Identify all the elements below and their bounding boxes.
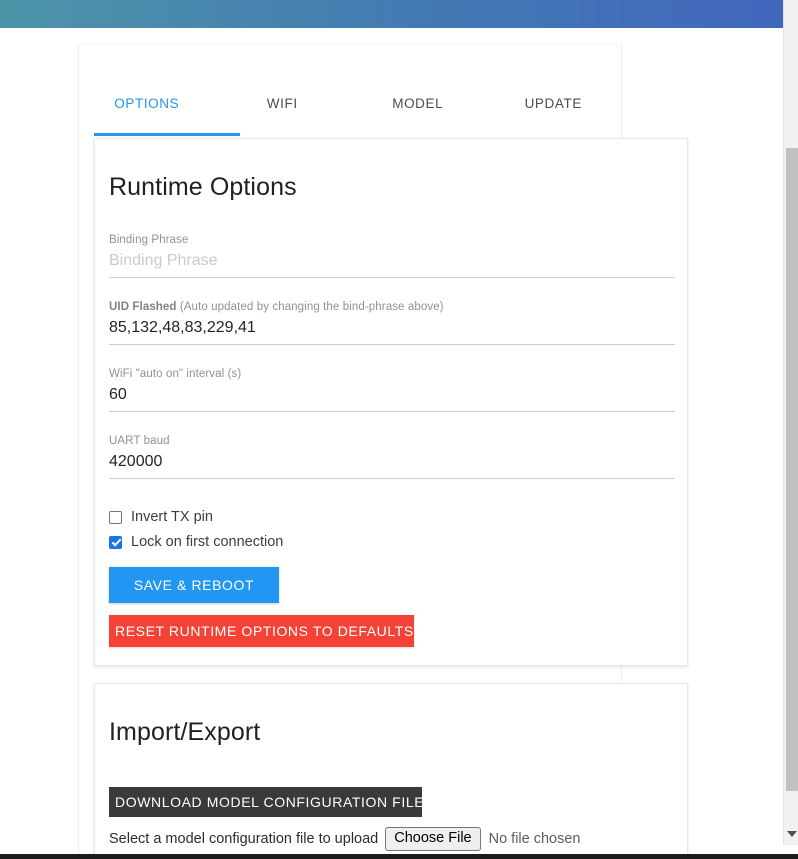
tab-wifi[interactable]: WIFI: [215, 73, 351, 135]
upload-instruction-label: Select a model configuration file to upl…: [109, 830, 379, 847]
lock-on-first-connection-checkbox-row[interactable]: Lock on first connection: [109, 534, 283, 550]
scrollbar-thumb[interactable]: [786, 148, 798, 791]
uid-flashed-label: UID Flashed (Auto updated by changing th…: [109, 301, 675, 313]
wifi-auto-on-interval-label: WiFi "auto on" interval (s): [109, 368, 242, 380]
top-gradient-bar: [0, 0, 783, 28]
uid-flashed-label-bold: UID Flashed: [109, 301, 177, 313]
import-export-title: Import/Export: [109, 718, 261, 746]
invert-tx-pin-checkbox[interactable]: [109, 510, 122, 524]
import-export-card: Import/Export DOWNLOAD MODEL CONFIGURATI…: [94, 683, 688, 854]
runtime-options-card: Runtime Options Binding Phrase UID Flash…: [94, 138, 688, 666]
vertical-scrollbar[interactable]: [783, 0, 798, 845]
binding-phrase-field: Binding Phrase: [109, 234, 675, 278]
reset-runtime-options-button[interactable]: RESET RUNTIME OPTIONS TO DEFAULTS: [109, 615, 414, 647]
uart-baud-label: UART baud: [109, 435, 170, 447]
choose-file-button[interactable]: Choose File: [385, 827, 481, 851]
tab-update[interactable]: UPDATE: [486, 73, 622, 135]
runtime-options-title: Runtime Options: [109, 173, 297, 201]
window-bottom-edge: [0, 854, 798, 859]
uid-flashed-input[interactable]: [109, 319, 675, 345]
uid-flashed-field: UID Flashed (Auto updated by changing th…: [109, 301, 675, 345]
tab-bar: OPTIONS WIFI MODEL UPDATE: [79, 73, 621, 135]
page-viewport: OPTIONS WIFI MODEL UPDATE Runtime Option…: [0, 28, 783, 854]
invert-tx-pin-checkbox-row[interactable]: Invert TX pin: [109, 509, 213, 525]
lock-on-first-connection-label: Lock on first connection: [131, 534, 284, 550]
uid-flashed-label-hint: (Auto updated by changing the bind-phras…: [176, 301, 444, 313]
wifi-auto-on-interval-field: WiFi "auto on" interval (s): [109, 368, 675, 412]
invert-tx-pin-label: Invert TX pin: [131, 509, 213, 525]
upload-row: Select a model configuration file to upl…: [109, 827, 581, 851]
active-tab-indicator: [94, 133, 240, 136]
download-model-configuration-button[interactable]: DOWNLOAD MODEL CONFIGURATION FILE: [109, 787, 424, 817]
no-file-chosen-text: No file chosen: [488, 830, 581, 847]
lock-on-first-connection-checkbox[interactable]: [109, 535, 122, 549]
binding-phrase-input[interactable]: [109, 252, 675, 278]
save-and-reboot-button[interactable]: SAVE & REBOOT: [109, 567, 279, 603]
uart-baud-field: UART baud: [109, 435, 675, 479]
tab-model[interactable]: MODEL: [350, 73, 486, 135]
uart-baud-input[interactable]: [109, 453, 675, 479]
binding-phrase-label: Binding Phrase: [109, 234, 189, 246]
wifi-auto-on-interval-input[interactable]: [109, 386, 675, 412]
tab-options[interactable]: OPTIONS: [79, 73, 215, 135]
chevron-down-icon[interactable]: [787, 831, 797, 837]
